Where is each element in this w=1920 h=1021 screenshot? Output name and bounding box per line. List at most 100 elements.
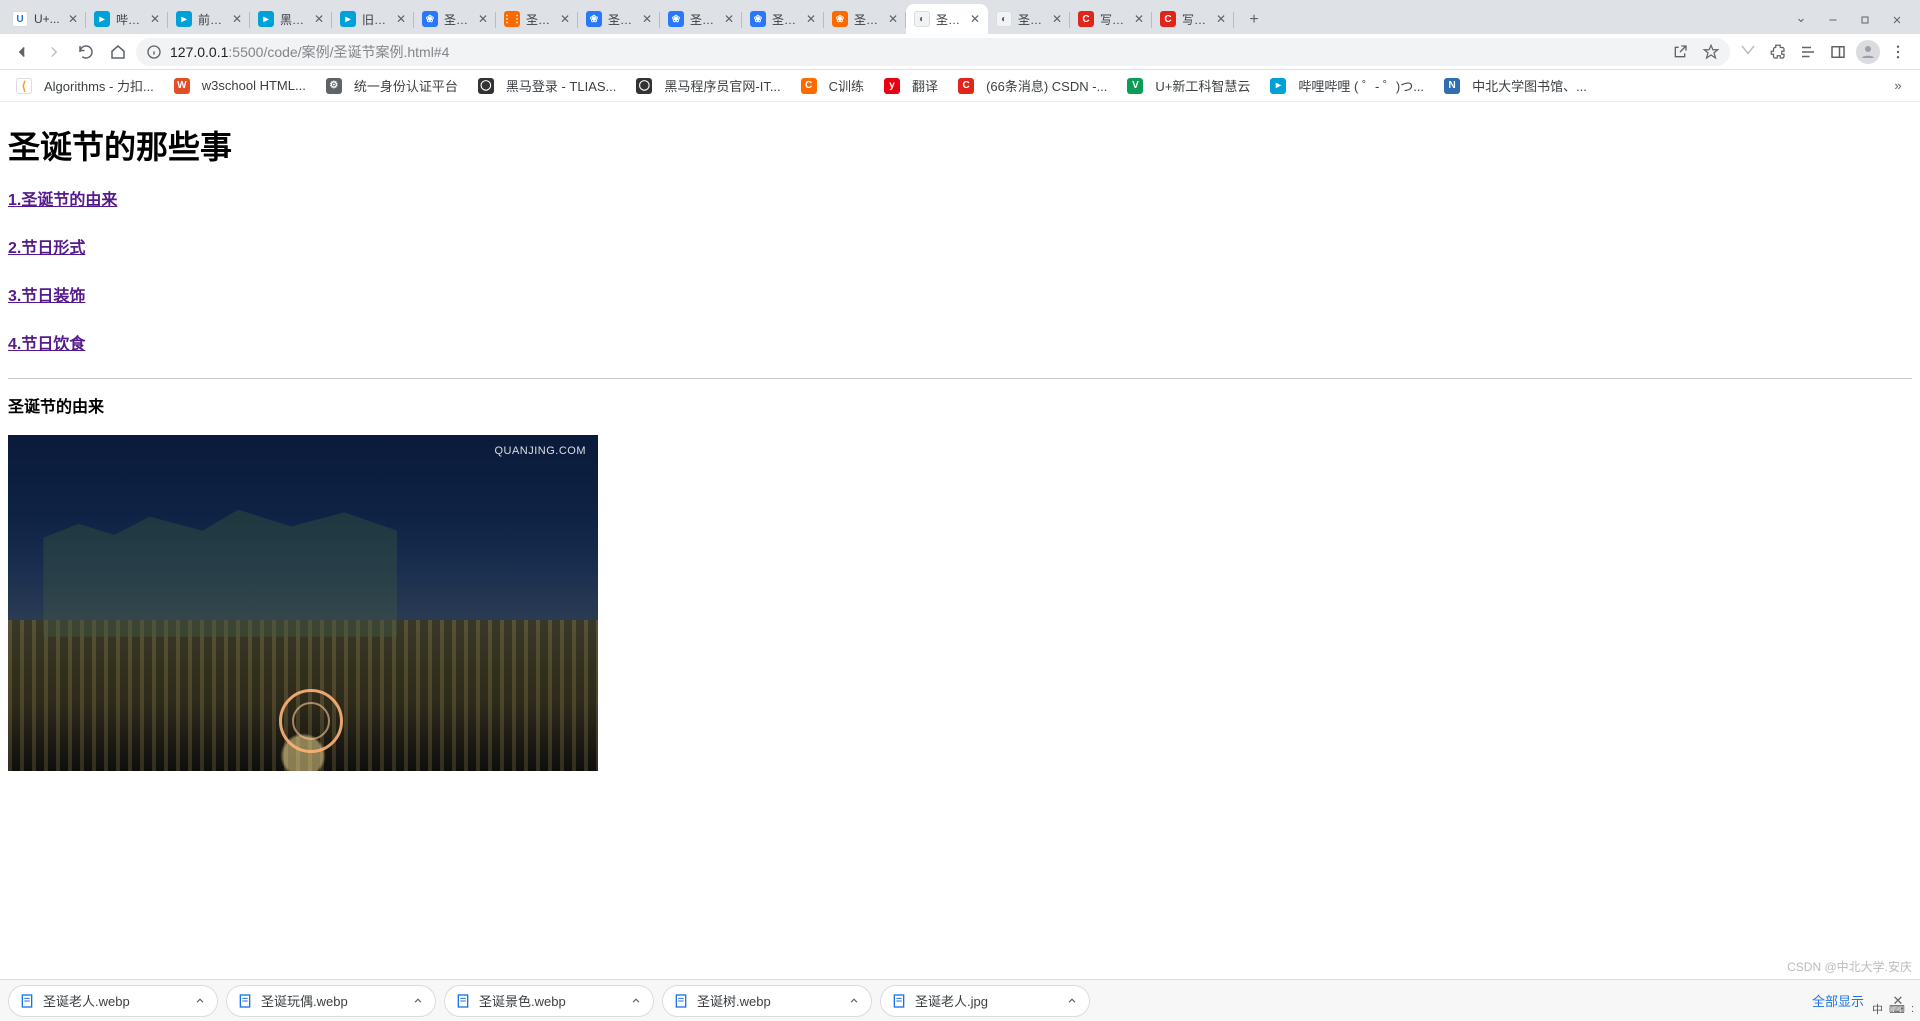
chevron-up-icon[interactable] [1065,994,1079,1008]
tab-title: 圣诞... [526,11,554,28]
downloads-show-all[interactable]: 全部显示 [1804,987,1872,1014]
toc-link-3[interactable]: 3.节日装饰 [8,282,1912,306]
chevron-up-icon[interactable] [629,994,643,1008]
bookmarks-overflow-button[interactable]: » [1884,72,1912,100]
profile-button[interactable] [1854,38,1882,66]
reload-button[interactable] [72,38,100,66]
divider [8,378,1912,379]
tab-close-button[interactable]: ✕ [394,12,408,26]
tab-title: 圣诞... [936,11,964,28]
chevron-up-icon[interactable] [847,994,861,1008]
tab-search-button[interactable] [1786,6,1816,34]
browser-tab[interactable]: ❀圣诞...✕ [578,4,660,34]
bookmark-favicon-icon: ◯ [636,78,652,94]
tab-title: 写文... [1182,11,1210,28]
site-info-icon [146,44,162,60]
chrome-menu-button[interactable] [1884,38,1912,66]
browser-tab[interactable]: UU+...✕ [4,4,86,34]
toc-link-1[interactable]: 1.圣诞节的由来 [8,186,1912,210]
close-window-button[interactable] [1882,6,1912,34]
home-button[interactable] [104,38,132,66]
sidepanel-button[interactable] [1824,38,1852,66]
tab-close-button[interactable]: ✕ [1132,12,1146,26]
browser-tab[interactable]: ❀圣诞...✕ [742,4,824,34]
browser-tab[interactable]: ◐圣诞...✕ [988,4,1070,34]
bookmark-item[interactable]: N中北大学图书馆、... [1436,73,1595,99]
download-item[interactable]: 圣诞老人.jpg [880,985,1090,1017]
bookmark-label: w3school HTML... [202,78,306,93]
section-heading-origin: 圣诞节的由来 [8,393,1912,417]
browser-tab[interactable]: ❀圣诞...✕ [824,4,906,34]
page-content: 圣诞节的那些事 1.圣诞节的由来 2.节日形式 3.节日装饰 4.节日饮食 圣诞… [0,102,1920,779]
chevron-up-icon[interactable] [193,994,207,1008]
bookmark-label: U+新工科智慧云 [1155,76,1250,95]
tab-close-button[interactable]: ✕ [804,12,818,26]
browser-tab[interactable]: ❀圣诞...✕ [414,4,496,34]
favicon-icon: ▸ [176,11,192,27]
bookmark-item[interactable]: ⟨Algorithms - 力扣... [8,73,162,99]
reading-list-button[interactable] [1794,38,1822,66]
tab-close-button[interactable]: ✕ [558,12,572,26]
share-icon[interactable] [1672,44,1688,60]
toc-link-4[interactable]: 4.节日饮食 [8,330,1912,354]
bookmark-item[interactable]: VU+新工科智慧云 [1119,73,1258,99]
maximize-button[interactable] [1850,6,1880,34]
bookmark-item[interactable]: ◯ 黑马登录 - TLIAS... [470,73,625,99]
browser-tab[interactable]: ▸哔哩...✕ [86,4,168,34]
download-filename: 圣诞老人.webp [43,991,185,1010]
toc-link-2[interactable]: 2.节日形式 [8,234,1912,258]
arrow-right-icon [45,43,63,61]
tab-title: 黑马... [280,11,308,28]
page-viewport[interactable]: 圣诞节的那些事 1.圣诞节的由来 2.节日形式 3.节日装饰 4.节日饮食 圣诞… [0,102,1920,979]
tab-close-button[interactable]: ✕ [1050,12,1064,26]
ferris-wheel-decoration [279,689,343,753]
browser-tab[interactable]: ⋮⋮圣诞...✕ [496,4,578,34]
extension-icon[interactable] [1734,38,1762,66]
reload-icon [77,43,95,61]
bookmark-item[interactable]: Ww3school HTML... [166,73,314,99]
tab-close-button[interactable]: ✕ [1214,12,1228,26]
tab-close-button[interactable]: ✕ [476,12,490,26]
download-item[interactable]: 圣诞老人.webp [8,985,218,1017]
bookmark-item[interactable]: C(66条消息) CSDN -... [950,73,1115,99]
tab-close-button[interactable]: ✕ [148,12,162,26]
browser-tab[interactable]: ❀圣诞...✕ [660,4,742,34]
tab-title: 圣诞... [1018,11,1046,28]
address-bar[interactable]: 127.0.0.1:5500/code/案例/圣诞节案例.html#4 [136,38,1730,66]
tab-close-button[interactable]: ✕ [968,12,982,26]
chevron-up-icon[interactable] [411,994,425,1008]
browser-tab[interactable]: ◐圣诞...✕ [906,4,988,34]
browser-tab[interactable]: C写文...✕ [1152,4,1234,34]
browser-tab[interactable]: ▸旧版...✕ [332,4,414,34]
bookmark-label: 中北大学图书馆、... [1472,76,1587,95]
tab-close-button[interactable]: ✕ [886,12,900,26]
tab-close-button[interactable]: ✕ [66,12,80,26]
bookmark-item[interactable]: CC训练 [793,73,872,99]
favicon-icon: C [1078,11,1094,27]
download-item[interactable]: 圣诞树.webp [662,985,872,1017]
tab-close-button[interactable]: ✕ [312,12,326,26]
bookmark-favicon-icon: ◯ [478,78,494,94]
extensions-button[interactable] [1764,38,1792,66]
bookmark-item[interactable]: ◯黑马程序员官网-IT... [628,73,788,99]
download-item[interactable]: 圣诞景色.webp [444,985,654,1017]
browser-tab[interactable]: ▸前端...✕ [168,4,250,34]
minimize-button[interactable] [1818,6,1848,34]
bookmark-item[interactable]: y翻译 [876,73,946,99]
favicon-icon: ❀ [750,11,766,27]
bookmark-star-icon[interactable] [1702,43,1720,61]
bookmark-label: 黑马登录 - TLIAS... [506,76,617,95]
bookmark-item[interactable]: ⚙统一身份认证平台 [318,73,466,99]
back-button[interactable] [8,38,36,66]
favicon-icon: ❀ [668,11,684,27]
tab-close-button[interactable]: ✕ [230,12,244,26]
browser-tab[interactable]: C写文...✕ [1070,4,1152,34]
tab-close-button[interactable]: ✕ [722,12,736,26]
download-item[interactable]: 圣诞玩偶.webp [226,985,436,1017]
tab-close-button[interactable]: ✕ [640,12,654,26]
forward-button[interactable] [40,38,68,66]
new-tab-button[interactable]: + [1240,6,1268,34]
browser-tab[interactable]: ▸黑马...✕ [250,4,332,34]
tab-title: 哔哩... [116,11,144,28]
bookmark-item[interactable]: ▸哔哩哔哩 ( ゜- ゜)つ... [1262,73,1432,99]
